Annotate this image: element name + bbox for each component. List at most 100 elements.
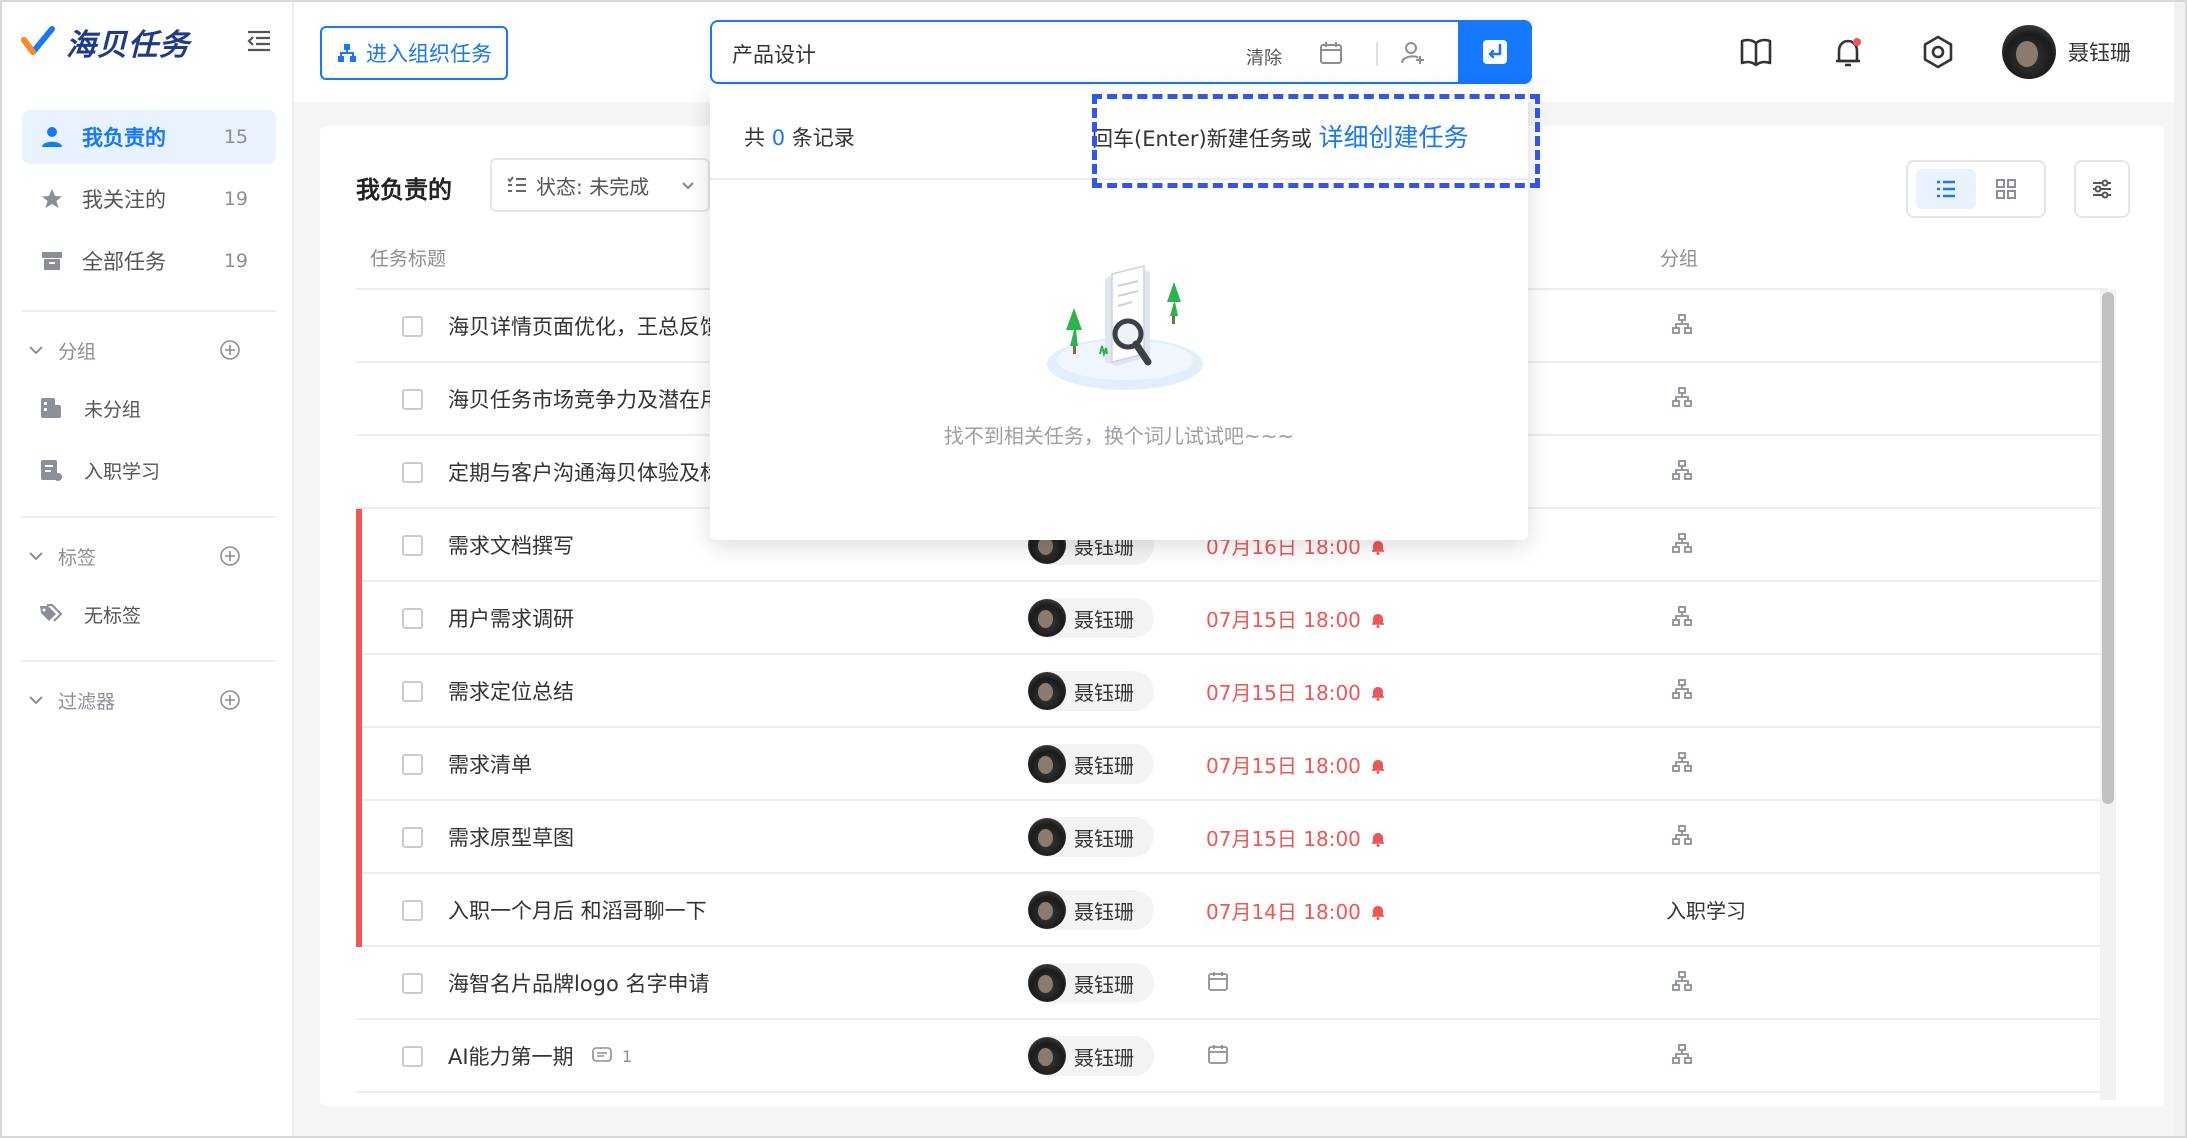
task-title[interactable]: 需求原型草图 bbox=[448, 822, 574, 852]
assign-user-icon[interactable] bbox=[1400, 40, 1426, 66]
clear-button[interactable]: 清除 bbox=[1246, 44, 1282, 70]
task-checkbox[interactable] bbox=[402, 535, 423, 556]
task-checkbox[interactable] bbox=[402, 389, 423, 410]
task-checkbox[interactable] bbox=[402, 462, 423, 483]
set-group-icon[interactable] bbox=[1670, 677, 1694, 701]
set-group-icon[interactable] bbox=[1670, 823, 1694, 847]
task-title[interactable]: 需求清单 bbox=[448, 749, 532, 779]
section-groups[interactable]: 分组 bbox=[22, 330, 276, 370]
app-logo[interactable]: 海贝任务 bbox=[20, 20, 190, 64]
chevron-down-icon bbox=[29, 696, 43, 705]
table-row[interactable]: 需求原型草图 聂钰珊 07月15日 18:00 bbox=[356, 801, 2108, 874]
task-checkbox[interactable] bbox=[402, 316, 423, 337]
task-title[interactable]: 需求定位总结 bbox=[448, 676, 574, 706]
table-row[interactable]: 用户需求调研 聂钰珊 07月15日 18:00 bbox=[356, 582, 2108, 655]
add-filter-icon[interactable] bbox=[218, 688, 242, 712]
avatar[interactable] bbox=[2002, 25, 2056, 79]
group-ungrouped[interactable]: 未分组 bbox=[38, 386, 141, 430]
due-date[interactable]: 07月15日 18:00 bbox=[1206, 750, 1387, 779]
set-due-date-icon[interactable] bbox=[1206, 1042, 1230, 1066]
set-group-icon[interactable] bbox=[1670, 1042, 1694, 1066]
table-row[interactable]: 海智名片品牌logo 名字申请 聂钰珊 bbox=[356, 947, 2108, 1020]
column-header-group[interactable]: 分组 bbox=[1660, 244, 1698, 271]
nav-my-responsible[interactable]: 我负责的 15 bbox=[22, 110, 276, 164]
group-onboarding[interactable]: 入职学习 bbox=[38, 448, 160, 492]
add-group-icon[interactable] bbox=[218, 338, 242, 362]
column-header-title[interactable]: 任务标题 bbox=[370, 244, 446, 271]
owner-chip[interactable]: 聂钰珊 bbox=[1028, 671, 1154, 711]
set-group-icon[interactable] bbox=[1670, 750, 1694, 774]
owner-chip[interactable]: 聂钰珊 bbox=[1028, 817, 1154, 857]
table-row[interactable]: 需求定位总结 聂钰珊 07月15日 18:00 bbox=[356, 655, 2108, 728]
app-window: 海贝任务 我负责的 15 我关注的 19 全部任务 19 分组 未分组 入职学习… bbox=[0, 0, 2187, 1138]
collapse-sidebar-icon[interactable] bbox=[244, 26, 274, 56]
user-menu[interactable]: 聂钰珊 bbox=[2002, 24, 2131, 80]
status-filter[interactable]: 状态: 未完成 bbox=[490, 158, 710, 212]
set-group-icon[interactable] bbox=[1670, 458, 1694, 482]
set-due-date-icon[interactable] bbox=[1206, 969, 1230, 993]
task-title[interactable]: 海贝详情页面优化，王总反馈 bbox=[448, 311, 721, 341]
display-settings-button[interactable] bbox=[2074, 160, 2130, 218]
nav-all-tasks[interactable]: 全部任务 19 bbox=[22, 234, 276, 288]
board-view-button[interactable] bbox=[1976, 169, 2036, 209]
settings-icon[interactable] bbox=[1920, 34, 1956, 70]
task-checkbox[interactable] bbox=[402, 754, 423, 775]
table-row[interactable]: 需求清单 聂钰珊 07月15日 18:00 bbox=[356, 728, 2108, 801]
scrollbar-thumb[interactable] bbox=[2102, 292, 2114, 804]
task-title[interactable]: 海智名片品牌logo 名字申请 bbox=[448, 968, 710, 998]
book-icon[interactable] bbox=[1738, 34, 1774, 70]
empty-search-illustration bbox=[1047, 265, 1203, 390]
comment-count-value: 1 bbox=[622, 1046, 633, 1066]
task-title[interactable]: AI能力第一期 bbox=[448, 1041, 574, 1071]
section-tags[interactable]: 标签 bbox=[22, 536, 276, 576]
task-title[interactable]: 定期与客户沟通海贝体验及标 bbox=[448, 457, 721, 487]
set-group-icon[interactable] bbox=[1670, 531, 1694, 555]
window-scrollbar[interactable] bbox=[2174, 2, 2185, 1136]
add-tag-icon[interactable] bbox=[218, 544, 242, 568]
due-date-text: 07月15日 18:00 bbox=[1206, 681, 1361, 705]
enter-create-button[interactable] bbox=[1458, 20, 1532, 84]
section-label: 过滤器 bbox=[58, 690, 116, 713]
task-checkbox[interactable] bbox=[402, 827, 423, 848]
due-date[interactable]: 07月15日 18:00 bbox=[1206, 677, 1387, 706]
set-group-icon[interactable] bbox=[1670, 604, 1694, 628]
reminder-bell-icon bbox=[1369, 610, 1387, 628]
due-date[interactable]: 07月15日 18:00 bbox=[1206, 604, 1387, 633]
org-tasks-button[interactable]: 进入组织任务 bbox=[320, 26, 508, 80]
task-checkbox[interactable] bbox=[402, 973, 423, 994]
due-date[interactable]: 07月15日 18:00 bbox=[1206, 823, 1387, 852]
task-title[interactable]: 用户需求调研 bbox=[448, 603, 574, 633]
task-checkbox[interactable] bbox=[402, 681, 423, 702]
tag-icon bbox=[40, 604, 63, 622]
table-row[interactable]: AI能力第一期 1 聂钰珊 bbox=[356, 1020, 2108, 1093]
owner-chip[interactable]: 聂钰珊 bbox=[1028, 890, 1154, 930]
archive-icon bbox=[38, 247, 66, 275]
search-value[interactable]: 产品设计 bbox=[732, 39, 816, 69]
enter-icon bbox=[1483, 40, 1507, 64]
org-tree-icon bbox=[338, 44, 356, 62]
task-title[interactable]: 需求文档撰写 bbox=[448, 530, 574, 560]
task-checkbox[interactable] bbox=[402, 608, 423, 629]
tag-none[interactable]: 无标签 bbox=[38, 592, 141, 636]
task-checkbox[interactable] bbox=[402, 1046, 423, 1067]
group-name[interactable]: 入职学习 bbox=[1666, 895, 1746, 924]
owner-chip[interactable]: 聂钰珊 bbox=[1028, 598, 1154, 638]
task-title[interactable]: 海贝任务市场竞争力及潜在用 bbox=[448, 384, 721, 414]
table-row[interactable]: 入职一个月后 和滔哥聊一下 聂钰珊 07月14日 18:00 入职学习 bbox=[356, 874, 2108, 947]
list-view-button[interactable] bbox=[1916, 169, 1976, 209]
section-filters[interactable]: 过滤器 bbox=[22, 680, 276, 720]
set-group-icon[interactable] bbox=[1670, 385, 1694, 409]
task-title[interactable]: 入职一个月后 和滔哥聊一下 bbox=[448, 895, 707, 925]
task-search-input[interactable]: 产品设计 清除 bbox=[710, 20, 1532, 84]
set-group-icon[interactable] bbox=[1670, 312, 1694, 336]
set-group-icon[interactable] bbox=[1670, 969, 1694, 993]
owner-chip[interactable]: 聂钰珊 bbox=[1028, 963, 1154, 1003]
nav-followed[interactable]: 我关注的 19 bbox=[22, 172, 276, 226]
task-checkbox[interactable] bbox=[402, 900, 423, 921]
due-date[interactable]: 07月14日 18:00 bbox=[1206, 896, 1387, 925]
owner-chip[interactable]: 聂钰珊 bbox=[1028, 744, 1154, 784]
section-label: 标签 bbox=[58, 546, 97, 569]
notification-bell-icon[interactable] bbox=[1830, 34, 1866, 70]
owner-chip[interactable]: 聂钰珊 bbox=[1028, 1036, 1154, 1076]
calendar-icon[interactable] bbox=[1318, 40, 1344, 66]
